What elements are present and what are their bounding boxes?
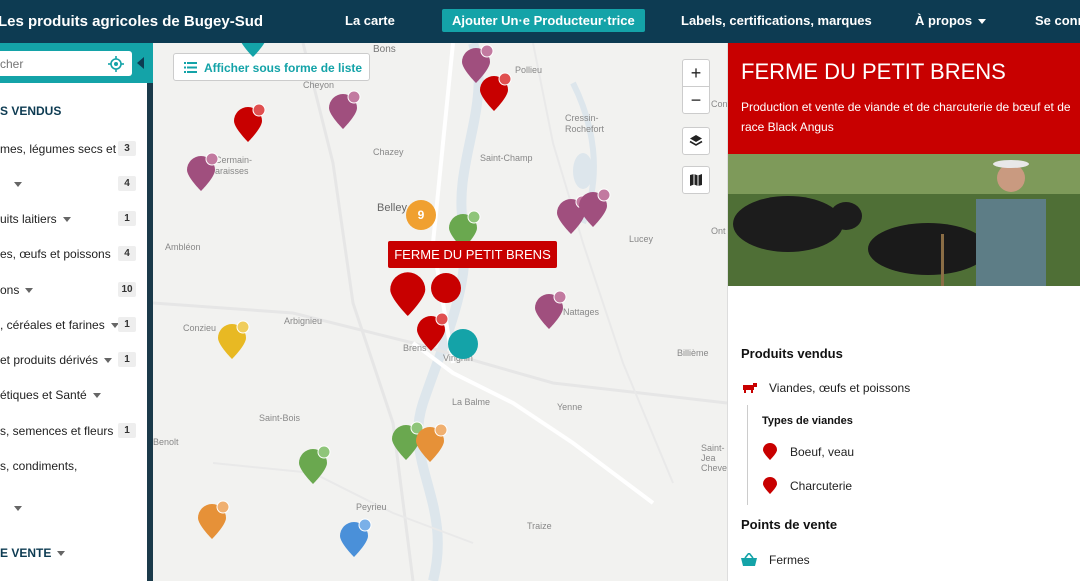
section-sales-points[interactable]: E VENTE: [0, 546, 66, 560]
site-title[interactable]: Les produits agricoles de Bugey-Sud: [0, 13, 263, 30]
map-view[interactable]: Bons Pollieu Cressin-Rochefort Chazey Sa…: [153, 43, 727, 581]
marker-vegetables[interactable]: [299, 445, 331, 484]
category-item[interactable]: es, œufs et poissons 4: [0, 244, 140, 264]
filter-sidebar: S VENDUS mes, légumes secs et 3 4 uits l…: [0, 43, 153, 581]
farm-name: FERME DU PETIT BRENS: [741, 59, 1006, 84]
top-navbar: Les produits agricoles de Bugey-Sud La c…: [0, 0, 1080, 43]
category-label: mes, légumes secs et: [0, 142, 117, 156]
category-label: et produits dérivés: [0, 353, 99, 367]
sales-points-title: Points de vente: [741, 517, 838, 532]
category-item[interactable]: uits laitiers 1: [0, 209, 140, 229]
nav-about[interactable]: À propos: [915, 13, 987, 28]
chevron-down-icon: [92, 393, 101, 399]
nav-about-label: À propos: [915, 13, 973, 28]
marker-tooltip: FERME DU PETIT BRENS: [388, 241, 557, 268]
chevron-down-icon: [14, 182, 22, 188]
section-products-sold[interactable]: S VENDUS: [0, 104, 61, 118]
category-count: 1: [118, 423, 136, 438]
category-label: étiques et Santé: [0, 388, 87, 402]
marker-fruit[interactable]: [198, 500, 230, 539]
sales-point-item: Fermes: [769, 553, 810, 567]
category-item[interactable]: et produits dérivés 1: [0, 350, 140, 370]
chevron-down-icon: [25, 288, 34, 294]
category-label: s, condiments,: [0, 459, 78, 473]
marker-meat[interactable]: [480, 72, 512, 111]
marker-meat-selected[interactable]: [390, 272, 426, 316]
marker-wine[interactable]: [187, 152, 219, 191]
search-input[interactable]: [0, 51, 100, 76]
category-count: 1: [118, 317, 136, 332]
collapse-sidebar-icon[interactable]: [137, 57, 144, 69]
marker-basket[interactable]: [448, 329, 478, 359]
meat-type-item: Charcuterie: [790, 479, 853, 493]
farm-photo: [728, 154, 1080, 286]
marker-farm-shop[interactable]: [431, 273, 461, 303]
basket-icon: [741, 553, 757, 566]
category-count: 4: [118, 176, 136, 191]
category-item[interactable]: mes, légumes secs et 3: [0, 139, 140, 159]
category-item[interactable]: [0, 498, 140, 518]
nav-map[interactable]: La carte: [345, 13, 395, 28]
marker-cluster[interactable]: 9: [406, 200, 436, 230]
category-count: 4: [118, 246, 136, 261]
category-label: uits laitiers: [0, 212, 57, 226]
meat-types-title: Types de viandes: [762, 415, 853, 427]
nav-login[interactable]: Se conn: [1035, 13, 1080, 28]
tree-line: [747, 405, 748, 505]
category-item[interactable]: , céréales et farines 1: [0, 315, 140, 335]
category-item[interactable]: ons 10: [0, 280, 140, 300]
category-item[interactable]: s, semences et fleurs 1: [0, 421, 140, 441]
nav-labels[interactable]: Labels, certifications, marques: [681, 13, 872, 28]
marker-wine[interactable]: [579, 188, 611, 227]
products-sold-title: Produits vendus: [741, 346, 843, 361]
category-item[interactable]: 4: [0, 174, 140, 194]
category-label: es, œufs et poissons: [0, 247, 111, 261]
farm-header: FERME DU PETIT BRENS Production et vente…: [728, 43, 1080, 154]
category-count: 10: [118, 282, 136, 297]
cow-icon: [743, 383, 757, 393]
marker-wine[interactable]: [535, 290, 567, 329]
category-label: , céréales et farines: [0, 318, 105, 332]
category-label: ons: [0, 283, 20, 297]
chevron-down-icon: [57, 551, 66, 557]
meat-type-item: Boeuf, veau: [790, 445, 855, 459]
chevron-down-icon: [104, 358, 113, 364]
marker-meat[interactable]: [234, 103, 266, 142]
marker-blue[interactable]: [340, 518, 372, 557]
marker-honey[interactable]: [218, 320, 250, 359]
product-category: Viandes, œufs et poissons: [769, 381, 911, 395]
marker-meat[interactable]: [417, 312, 449, 351]
chevron-down-icon: [14, 506, 22, 512]
search-box: [0, 51, 132, 76]
marker-teal-top[interactable]: [239, 43, 267, 57]
category-count: 1: [118, 352, 136, 367]
farmer-with-cows-image: [728, 154, 1080, 286]
marker-wine[interactable]: [329, 90, 361, 129]
chevron-down-icon: [978, 19, 987, 25]
farm-description: Production et vente de viande et de char…: [741, 100, 1071, 134]
section-sales-label: E VENTE: [0, 546, 52, 560]
category-item[interactable]: étiques et Santé: [0, 385, 140, 405]
map-markers: [187, 43, 611, 557]
chevron-down-icon: [62, 217, 71, 223]
search-bar: [0, 43, 153, 83]
farm-detail-panel: FERME DU PETIT BRENS Production et vente…: [727, 43, 1080, 581]
category-count: 3: [118, 141, 136, 156]
map-pin-icon: [763, 443, 777, 460]
add-producer-button[interactable]: Ajouter Un·e Producteur·trice: [442, 9, 645, 32]
category-item[interactable]: s, condiments,: [0, 456, 140, 476]
category-count: 1: [118, 211, 136, 226]
map-pin-icon: [763, 477, 777, 494]
geolocate-icon[interactable]: [108, 56, 124, 72]
category-label: s, semences et fleurs: [0, 424, 114, 438]
